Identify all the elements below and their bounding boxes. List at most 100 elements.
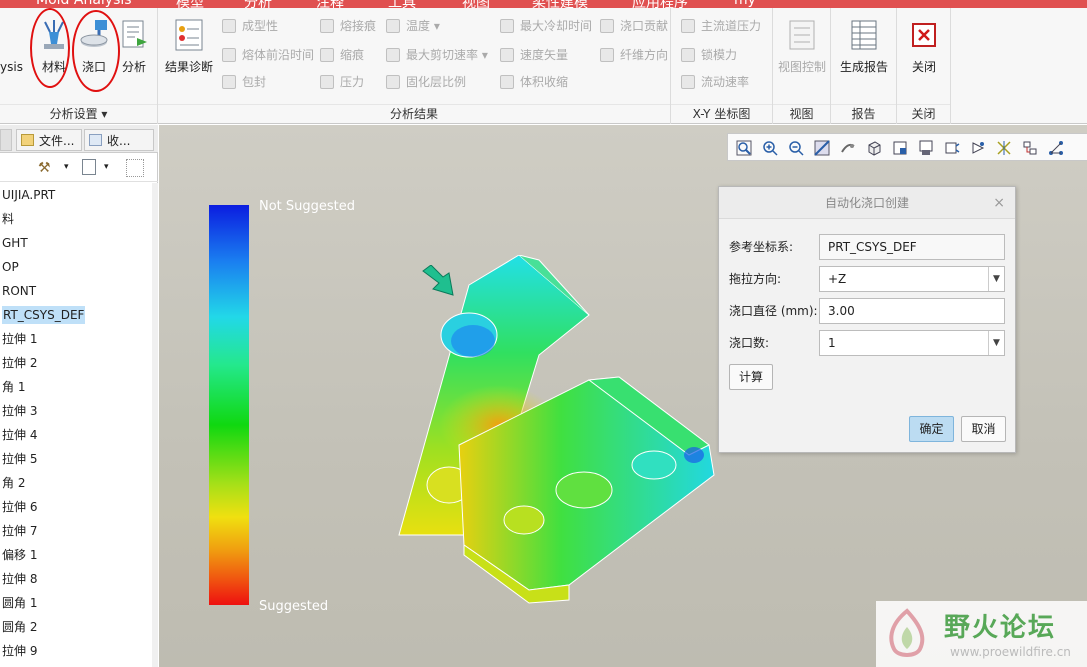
temperature-button[interactable]: 温度 ▾ [386,16,440,36]
gate-diameter-label: 浇口直径 (mm): [729,304,818,318]
tree-item[interactable]: 圆角 2 [0,615,152,639]
generate-report-button[interactable]: 生成报告 [833,14,895,84]
chevron-down-icon[interactable]: ▼ [988,331,1004,355]
tree-item[interactable]: 拉伸 4 [0,423,152,447]
tab-flexible-modeling[interactable]: 柔性建模 [532,0,588,8]
tree-item[interactable]: 拉伸 7 [0,519,152,543]
moldability-button[interactable]: 成型性 [222,16,278,36]
max-shear-rate-button[interactable]: 最大剪切速率 ▾ [386,45,488,65]
tree-item[interactable]: 拉伸 9 [0,639,152,663]
tree-item[interactable]: 拉伸 2 [0,351,152,375]
watermark: 野火论坛 www.proewildfire.cn [876,601,1087,667]
tree-scrollbar[interactable] [152,183,158,667]
frozen-layer-button[interactable]: 固化层比例 [386,72,466,92]
saved-views-icon[interactable] [892,140,908,156]
tree-columns-dropdown[interactable]: ▾ [104,162,109,172]
ref-csys-row: 参考坐标系: PRT_CSYS_DEF [729,234,1009,260]
thermometer-icon [386,19,400,33]
tree-item[interactable]: 拉伸 1 [0,327,152,351]
tree-item[interactable]: 拉伸 6 [0,495,152,519]
zoom-out-icon[interactable] [788,140,804,156]
sink-mark-button[interactable]: 缩痕 [320,45,364,65]
dialog-close-icon[interactable]: × [993,187,1005,219]
flow-rate-button[interactable]: 流动速率 [681,72,749,92]
tree-filter-icon[interactable] [126,159,144,177]
flame-logo-icon [889,608,925,657]
part-model-3d[interactable] [389,255,729,605]
group-analysis-setup: ysis 材料 浇口 分析 分析设置 ▾ [0,8,158,124]
view-manager-icon[interactable] [918,140,934,156]
tree-item[interactable]: 角 1 [0,375,152,399]
tab-view[interactable]: 视图 [462,0,490,8]
close-analysis-button[interactable]: 关闭 [900,14,948,84]
group-xy-plot: 主流道压力 锁模力 流动速率 X-Y 坐标图 [671,8,773,124]
tab-mold-analysis[interactable]: Mold Analysis [36,0,132,8]
tree-item[interactable]: 偏移 1 [0,543,152,567]
sprue-pressure-button[interactable]: 主流道压力 [681,16,761,36]
tab-annotate[interactable]: 注释 [316,0,344,8]
panel-tabs: 文件... 收... [0,125,158,153]
tab-model[interactable]: 模型 [176,0,204,8]
ok-button[interactable]: 确定 [909,416,954,442]
tree-item[interactable]: OP [0,255,152,279]
chevron-down-icon[interactable]: ▼ [988,267,1004,291]
tree-item[interactable]: 角 2 [0,471,152,495]
tree-item[interactable]: 圆角 1 [0,591,152,615]
velocity-vector-button[interactable]: 速度矢量 [500,45,568,65]
tree-item[interactable]: 拉伸 5 [0,447,152,471]
tab-applications[interactable]: 应用程序 [632,0,688,8]
pressure-button[interactable]: 压力 [320,72,364,92]
flow-rate-icon [681,75,695,89]
spin-center-icon[interactable] [840,140,856,156]
csys-display-icon[interactable] [1048,140,1064,156]
report-table-icon [847,18,881,52]
fill-time-icon [222,48,236,62]
annotation-display-icon[interactable] [970,140,986,156]
tree-item-selected[interactable]: RT_CSYS_DEF [0,303,152,327]
axis-display-icon[interactable] [1022,140,1038,156]
tree-item[interactable]: RONT [0,279,152,303]
fiber-orientation-button[interactable]: 纤维方向 [600,45,668,65]
tree-item[interactable]: GHT [0,231,152,255]
legend-bottom-label: Suggested [259,599,329,614]
tab-favorites[interactable]: 收... [84,129,154,151]
display-style-icon[interactable] [866,140,882,156]
clamp-force-button[interactable]: 锁模力 [681,45,737,65]
tree-item[interactable]: 拉伸 3 [0,399,152,423]
tree-settings-icon[interactable]: ⚒ [38,160,58,176]
fill-time-button[interactable]: 熔体前沿时间 [222,45,314,65]
datum-display-icon[interactable] [996,140,1012,156]
tree-item[interactable]: UIJIA.PRT [0,183,152,207]
view-control-button[interactable]: 视图控制 [773,14,831,84]
tree-settings-dropdown[interactable]: ▾ [64,162,69,172]
refit-icon[interactable] [736,140,752,156]
result-diagnose-button[interactable]: 结果诊断 [162,14,216,84]
group-label-analysis-setup[interactable]: 分析设置 ▾ [0,104,157,122]
dialog-titlebar[interactable]: 自动化浇口创建 × [719,187,1015,219]
weld-line-button[interactable]: 熔接痕 [320,16,376,36]
tab-analysis[interactable]: 分析 [244,0,272,8]
gate-diameter-input[interactable]: 3.00 [819,298,1005,324]
gate-contribution-button[interactable]: 浇口贡献 [600,16,668,36]
zoom-in-icon[interactable] [762,140,778,156]
ref-csys-field[interactable]: PRT_CSYS_DEF [819,234,1005,260]
gate-diameter-row: 浇口直径 (mm): 3.00 [729,298,1009,324]
weld-line-icon [320,19,334,33]
air-trap-button[interactable]: 包封 [222,72,266,92]
tab-tools[interactable]: 工具 [388,0,416,8]
repaint-icon[interactable] [814,140,830,156]
tab-my[interactable]: my [734,0,756,8]
tab-model-tree[interactable] [0,129,12,151]
cancel-button[interactable]: 取消 [961,416,1006,442]
calculate-button[interactable]: 计算 [729,364,773,390]
tree-columns-icon[interactable] [82,159,96,175]
gate-count-select[interactable]: 1 ▼ [819,330,1005,356]
watermark-brand: 野火论坛 [944,613,1057,643]
perspective-view-icon[interactable] [944,140,960,156]
tree-item[interactable]: 拉伸 8 [0,567,152,591]
max-cooling-time-button[interactable]: 最大冷却时间 [500,16,592,36]
volumetric-shrinkage-button[interactable]: 体积收缩 [500,72,568,92]
tab-folder-browser[interactable]: 文件... [16,129,82,151]
tree-item[interactable]: 料 [0,207,152,231]
pull-direction-select[interactable]: +Z ▼ [819,266,1005,292]
